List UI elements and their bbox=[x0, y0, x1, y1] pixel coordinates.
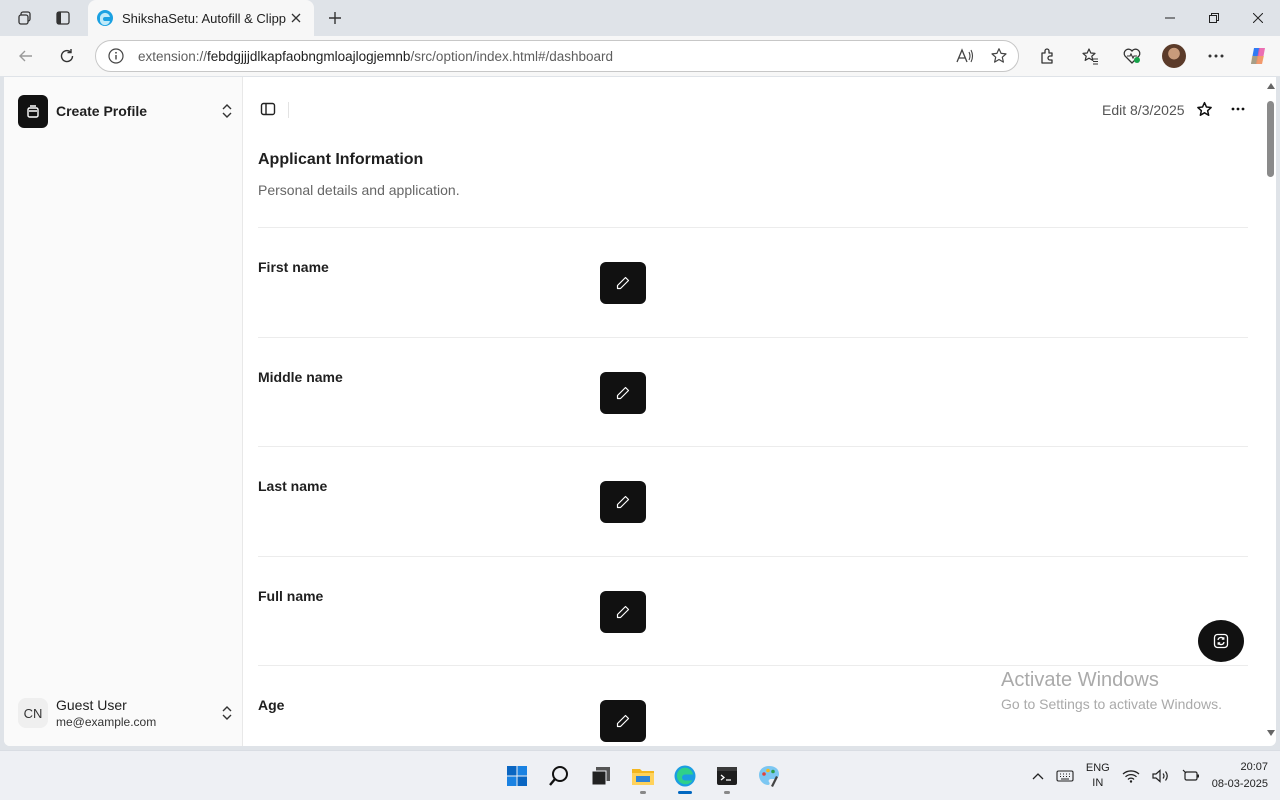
wifi-icon[interactable] bbox=[1122, 769, 1140, 783]
header-divider bbox=[288, 102, 289, 118]
address-bar[interactable]: extension://febdgjjjdlkapfaobngmloajlogj… bbox=[95, 40, 1019, 72]
user-email: me@example.com bbox=[56, 715, 157, 729]
edit-button[interactable] bbox=[600, 481, 646, 523]
start-menu-icon[interactable] bbox=[498, 756, 536, 796]
read-aloud-icon[interactable] bbox=[956, 48, 974, 64]
tab-title: ShikshaSetu: Autofill & Clipper bbox=[122, 10, 286, 26]
field-label: First name bbox=[258, 259, 329, 275]
site-info-icon[interactable] bbox=[108, 48, 124, 64]
url-host: febdgjjjdlkapfaobngmloajlogjemnb bbox=[207, 48, 411, 64]
user-menu[interactable]: CN Guest User me@example.com bbox=[18, 693, 233, 733]
section-title: Applicant Information bbox=[258, 151, 424, 168]
main-content: Edit 8/3/2025 Applicant Information Pers… bbox=[244, 77, 1264, 746]
edit-button[interactable] bbox=[600, 590, 646, 633]
chevron-updown-icon[interactable] bbox=[221, 103, 233, 119]
more-horizontal-icon[interactable] bbox=[1228, 99, 1248, 119]
search-icon[interactable] bbox=[540, 756, 578, 796]
section-description: Personal details and application. bbox=[258, 182, 460, 198]
favorites-icon[interactable] bbox=[1074, 40, 1106, 72]
tab-actions-icon[interactable] bbox=[50, 5, 76, 31]
clock-date: 08-03-2025 bbox=[1211, 778, 1268, 790]
language-region: IN bbox=[1092, 777, 1104, 789]
profile-switcher[interactable]: Create Profile bbox=[18, 94, 233, 128]
restore-icon[interactable] bbox=[1192, 0, 1236, 36]
clock-time: 20:07 bbox=[1240, 761, 1268, 773]
pencil-icon bbox=[616, 495, 630, 509]
extensions-icon[interactable] bbox=[1032, 40, 1064, 72]
edit-button[interactable] bbox=[600, 262, 646, 304]
refresh-icon[interactable] bbox=[51, 40, 83, 72]
url-text[interactable]: extension://febdgjjjdlkapfaobngmloajlogj… bbox=[138, 49, 956, 64]
activate-windows-watermark: Activate Windows Go to Settings to activ… bbox=[1001, 669, 1222, 712]
edge-favicon-icon bbox=[96, 9, 114, 27]
field-row: Last name bbox=[258, 446, 1248, 556]
sidebar: Create Profile CN Guest User me@example.… bbox=[4, 77, 243, 746]
watermark-title: Activate Windows bbox=[1001, 669, 1159, 691]
field-row: First name bbox=[258, 227, 1248, 337]
pencil-icon bbox=[616, 276, 630, 290]
extension-page: Create Profile CN Guest User me@example.… bbox=[4, 77, 1276, 746]
pencil-icon bbox=[616, 605, 630, 618]
windows-taskbar: ENG IN 20:07 08-03-2025 bbox=[0, 750, 1280, 800]
back-icon[interactable] bbox=[10, 40, 42, 72]
system-clock[interactable]: 20:07 08-03-2025 bbox=[1212, 759, 1268, 793]
field-label: Middle name bbox=[258, 368, 343, 385]
sidebar-title: Create Profile bbox=[56, 103, 148, 119]
close-window-icon[interactable] bbox=[1236, 0, 1280, 36]
terminal-icon[interactable] bbox=[708, 756, 746, 796]
main-header: Edit 8/3/2025 bbox=[244, 95, 1248, 125]
copilot-icon[interactable] bbox=[1242, 40, 1274, 72]
keyboard-icon[interactable] bbox=[1056, 769, 1074, 783]
chevron-up-icon[interactable] bbox=[1032, 772, 1044, 780]
close-tab-icon[interactable] bbox=[286, 8, 306, 28]
field-label: Full name bbox=[258, 587, 324, 604]
url-scheme: extension:// bbox=[138, 48, 208, 64]
field-row: Middle name bbox=[258, 336, 1248, 447]
scroll-up-arrow[interactable] bbox=[1267, 83, 1275, 89]
edit-date: Edit 8/3/2025 bbox=[1102, 102, 1185, 118]
user-avatar: CN bbox=[18, 698, 48, 728]
field-row: Full name bbox=[258, 555, 1248, 666]
workspaces-icon[interactable] bbox=[12, 5, 38, 31]
battery-icon[interactable] bbox=[1182, 769, 1200, 783]
favorite-star-icon[interactable] bbox=[990, 47, 1008, 65]
edit-button[interactable] bbox=[600, 371, 646, 414]
scroll-down-arrow[interactable] bbox=[1267, 730, 1275, 736]
scroll-thumb[interactable] bbox=[1267, 101, 1274, 177]
task-view-icon[interactable] bbox=[582, 756, 620, 796]
minimize-icon[interactable] bbox=[1148, 0, 1192, 36]
browser-toolbar: extension://febdgjjjdlkapfaobngmloajlogj… bbox=[0, 36, 1280, 76]
sync-fab-button[interactable] bbox=[1198, 620, 1244, 662]
more-options-icon[interactable] bbox=[1200, 40, 1232, 72]
field-label: Age bbox=[258, 697, 285, 713]
user-name: Guest User bbox=[56, 697, 127, 713]
page-scrollbar[interactable] bbox=[1266, 77, 1276, 746]
language-code: ENG bbox=[1085, 762, 1110, 774]
pencil-icon bbox=[616, 714, 630, 728]
browser-titlebar: ShikshaSetu: Autofill & Clipper bbox=[0, 0, 1280, 36]
paint-app-icon[interactable] bbox=[750, 756, 788, 796]
new-tab-button[interactable] bbox=[322, 5, 348, 31]
volume-icon[interactable] bbox=[1152, 769, 1170, 783]
browser-essentials-icon[interactable] bbox=[1116, 40, 1148, 72]
url-path: /src/option/index.html#/dashboard bbox=[410, 48, 614, 64]
pencil-icon bbox=[616, 386, 630, 399]
edge-browser-icon[interactable] bbox=[666, 756, 704, 796]
edit-button[interactable] bbox=[600, 700, 646, 742]
language-indicator[interactable]: ENG IN bbox=[1086, 761, 1110, 791]
file-explorer-icon[interactable] bbox=[624, 756, 662, 796]
toggle-sidebar-icon[interactable] bbox=[258, 99, 278, 119]
chevron-updown-icon[interactable] bbox=[221, 705, 233, 721]
profile-avatar[interactable] bbox=[1158, 40, 1190, 72]
sync-icon bbox=[1213, 633, 1229, 649]
watermark-subtitle: Go to Settings to activate Windows. bbox=[1001, 696, 1222, 712]
field-label: Last name bbox=[258, 478, 328, 494]
app-logo-icon bbox=[18, 94, 48, 128]
browser-tab-active[interactable]: ShikshaSetu: Autofill & Clipper bbox=[88, 0, 314, 36]
star-icon[interactable] bbox=[1194, 99, 1214, 119]
